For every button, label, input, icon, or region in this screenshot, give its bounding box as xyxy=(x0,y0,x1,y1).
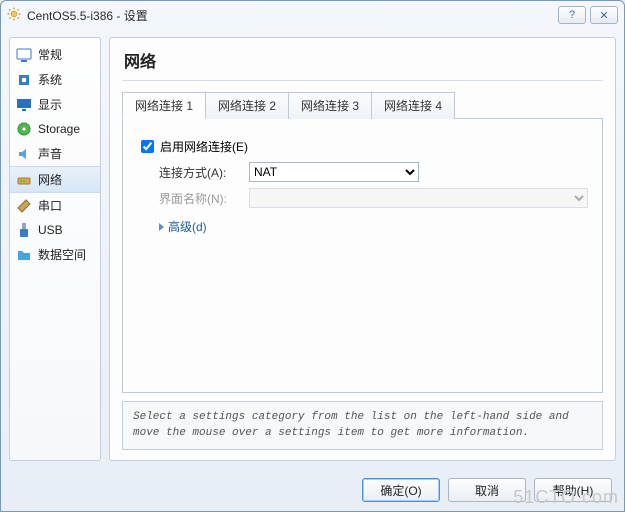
sidebar-item-label: Storage xyxy=(38,122,80,136)
sidebar-item-usb[interactable]: USB xyxy=(10,218,100,242)
disk-icon xyxy=(16,121,32,137)
enable-adapter-label: 启用网络连接(E) xyxy=(160,138,248,155)
sidebar-item-network[interactable]: 网络 xyxy=(10,166,100,193)
dialog-footer: 确定(O) 取消 帮助(H) xyxy=(1,469,624,511)
main-panel: 网络 网络连接 1 网络连接 2 网络连接 3 网络连接 4 启用网络连接(E)… xyxy=(109,37,616,461)
tab-panel: 启用网络连接(E) 连接方式(A): NAT 界面名称(N): xyxy=(122,118,603,393)
help-button[interactable]: 帮助(H) xyxy=(534,478,612,502)
sidebar-item-label: 声音 xyxy=(38,145,62,162)
sidebar-item-general[interactable]: 常规 xyxy=(10,42,100,67)
divider xyxy=(122,80,603,81)
folder-icon xyxy=(16,247,32,263)
sidebar-item-shared-folders[interactable]: 数据空间 xyxy=(10,242,100,267)
network-icon xyxy=(16,172,32,188)
speaker-icon xyxy=(16,146,32,162)
interface-name-select xyxy=(249,188,588,208)
close-window-button[interactable]: ✕ xyxy=(590,6,618,24)
sidebar-item-storage[interactable]: Storage xyxy=(10,117,100,141)
ok-button[interactable]: 确定(O) xyxy=(362,478,440,502)
tab-adapter-3[interactable]: 网络连接 3 xyxy=(288,92,372,119)
advanced-label: 高级(d) xyxy=(168,218,207,235)
tab-adapter-1[interactable]: 网络连接 1 xyxy=(122,92,206,119)
window-title: CentOS5.5-i386 - 设置 xyxy=(27,7,148,24)
tab-adapter-2[interactable]: 网络连接 2 xyxy=(205,92,289,119)
app-icon xyxy=(7,7,21,24)
sidebar-item-label: 串口 xyxy=(38,197,62,214)
sidebar-item-audio[interactable]: 声音 xyxy=(10,141,100,166)
enable-adapter-checkbox[interactable] xyxy=(141,140,154,153)
client-area: 常规 系统 显示 Storage 声音 网络 xyxy=(1,29,624,469)
sidebar-item-label: 数据空间 xyxy=(38,246,86,263)
sidebar-item-display[interactable]: 显示 xyxy=(10,92,100,117)
sidebar-item-label: USB xyxy=(38,223,63,237)
attach-mode-select[interactable]: NAT xyxy=(249,162,419,182)
settings-window: CentOS5.5-i386 - 设置 ? ✕ 常规 系统 显示 Storage xyxy=(0,0,625,512)
tab-bar: 网络连接 1 网络连接 2 网络连接 3 网络连接 4 xyxy=(122,91,603,118)
sidebar-item-label: 显示 xyxy=(38,96,62,113)
tab-adapter-4[interactable]: 网络连接 4 xyxy=(371,92,455,119)
sidebar-item-label: 网络 xyxy=(38,171,62,188)
serial-icon xyxy=(16,198,32,214)
sidebar-item-system[interactable]: 系统 xyxy=(10,67,100,92)
attach-mode-label: 连接方式(A): xyxy=(159,164,249,181)
display-icon xyxy=(16,97,32,113)
help-window-button[interactable]: ? xyxy=(558,6,586,24)
interface-name-label: 界面名称(N): xyxy=(159,190,249,207)
cancel-button[interactable]: 取消 xyxy=(448,478,526,502)
titlebar: CentOS5.5-i386 - 设置 ? ✕ xyxy=(1,1,624,29)
usb-icon xyxy=(16,222,32,238)
page-title: 网络 xyxy=(124,48,603,72)
hint-box: Select a settings category from the list… xyxy=(122,401,603,450)
advanced-toggle[interactable]: 高级(d) xyxy=(159,218,588,235)
sidebar-item-label: 常规 xyxy=(38,46,62,63)
chip-icon xyxy=(16,72,32,88)
chevron-right-icon xyxy=(159,223,164,231)
sidebar-item-label: 系统 xyxy=(38,71,62,88)
sidebar-item-serial[interactable]: 串口 xyxy=(10,193,100,218)
sidebar: 常规 系统 显示 Storage 声音 网络 xyxy=(9,37,101,461)
monitor-icon xyxy=(16,47,32,63)
